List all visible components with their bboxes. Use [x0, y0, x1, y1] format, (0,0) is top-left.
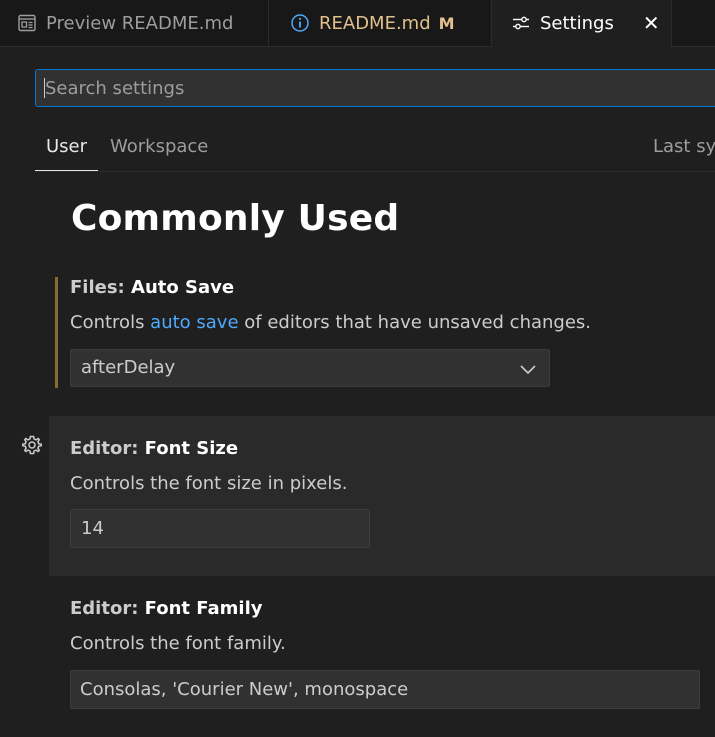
setting-description: Controls the font family.: [70, 633, 286, 654]
chevron-down-icon: [519, 360, 537, 378]
setting-description: Controls auto save of editors that have …: [70, 312, 591, 333]
setting-name: Font Family: [144, 598, 263, 619]
text-cursor: [44, 78, 45, 98]
close-icon[interactable]: ✕: [643, 11, 660, 35]
modified-badge: M: [438, 13, 455, 33]
input-value: Consolas, 'Courier New', monospace: [80, 679, 409, 700]
setting-name: Auto Save: [131, 277, 235, 298]
input-value: 14: [81, 518, 104, 539]
setting-editor-font-size: Editor: Font Size Controls the font size…: [70, 438, 670, 558]
preview-icon: [16, 12, 38, 34]
setting-files-auto-save: Files: Auto Save Controls auto save of e…: [70, 277, 670, 389]
info-icon: [289, 12, 311, 34]
settings-scope-tabs: User Workspace Last synced: [35, 126, 715, 172]
setting-title: Editor: Font Family: [70, 598, 263, 619]
dropdown-value: afterDelay: [81, 357, 176, 378]
font-family-input[interactable]: Consolas, 'Courier New', monospace: [70, 670, 700, 709]
tab-label: Preview README.md: [46, 12, 234, 34]
setting-title: Files: Auto Save: [70, 277, 234, 298]
search-input[interactable]: [36, 70, 715, 106]
setting-title: Editor: Font Size: [70, 438, 238, 459]
auto-save-dropdown[interactable]: afterDelay: [70, 349, 550, 387]
section-title: Commonly Used: [71, 198, 400, 239]
setting-editor-font-family: Editor: Font Family Controls the font fa…: [70, 598, 710, 718]
tab-label: README.md: [319, 12, 431, 34]
settings-editor: Preview README.md README.md M Settings ✕…: [0, 0, 715, 737]
setting-category: Editor:: [70, 438, 145, 459]
setting-category: Files:: [70, 277, 132, 298]
gear-icon[interactable]: [21, 434, 43, 456]
tab-workspace[interactable]: Workspace: [110, 126, 208, 170]
search-settings-box: [35, 69, 715, 107]
editor-tab-bar: Preview README.md README.md M Settings ✕: [0, 0, 715, 47]
description-text: of editors that have unsaved changes.: [238, 312, 592, 333]
tab-preview-readme[interactable]: Preview README.md: [0, 0, 269, 46]
setting-category: Editor:: [70, 598, 145, 619]
font-size-input[interactable]: 14: [70, 509, 370, 548]
setting-description: Controls the font size in pixels.: [70, 473, 348, 494]
settings-sliders-icon: [510, 12, 532, 34]
last-synced-status: Last synced: [653, 136, 715, 157]
description-text: Controls: [70, 312, 151, 333]
auto-save-link[interactable]: auto save: [150, 312, 238, 333]
modified-indicator: [55, 277, 58, 388]
setting-name: Font Size: [144, 438, 239, 459]
tab-settings[interactable]: Settings ✕: [492, 0, 672, 47]
tab-user[interactable]: User: [35, 126, 98, 171]
tab-readme[interactable]: README.md M: [269, 0, 492, 46]
tab-label: Settings: [540, 12, 614, 34]
